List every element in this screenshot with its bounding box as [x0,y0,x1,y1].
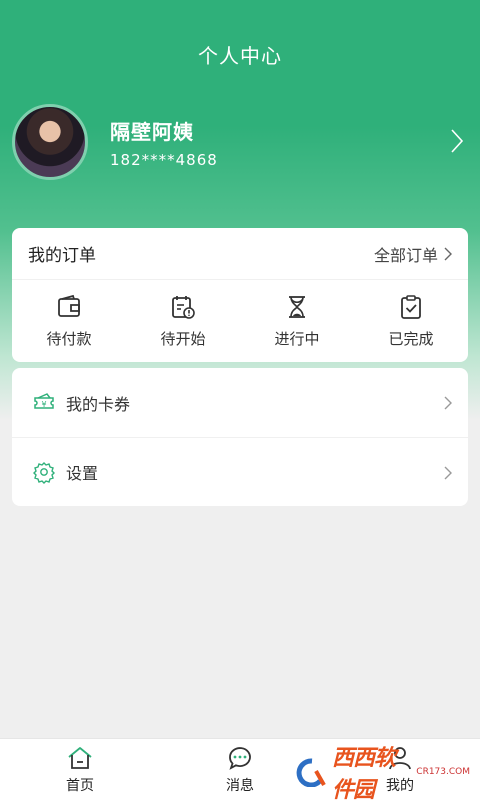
svg-text:¥: ¥ [41,400,46,409]
chevron-right-icon[interactable] [450,128,464,154]
menu-item-coupons[interactable]: ¥ 我的卡券 [12,368,468,437]
order-label: 待付款 [46,329,92,348]
all-orders-link[interactable]: 全部订单 [374,242,452,266]
coupon-icon: ¥ [34,392,54,409]
profile-section[interactable]: 隔壁阿姨 182****4868 [12,104,468,180]
hourglass-icon [289,295,305,318]
chevron-right-icon [444,396,452,410]
order-label: 进行中 [274,329,320,348]
order-label: 已完成 [388,329,434,348]
menu-item-settings[interactable]: 设置 [12,437,468,506]
watermark-url: CR173.COM [416,767,470,777]
menu-item-label: 我的卡券 [66,394,131,414]
orders-title: 我的订单 [28,246,96,266]
chevron-right-icon [444,247,452,260]
all-orders-label: 全部订单 [373,245,438,265]
tab-label: 消息 [226,778,254,794]
order-in-progress[interactable]: 进行中 [240,280,354,362]
profile-name: 隔壁阿姨 [110,119,194,144]
order-label: 待开始 [160,329,206,348]
avatar[interactable] [12,104,88,180]
wallet-icon [58,294,80,317]
order-completed[interactable]: 已完成 [354,280,468,362]
chat-bubble-icon [229,747,251,770]
profile-phone: 182****4868 [110,150,218,169]
tab-home[interactable]: 首页 [0,739,160,800]
calendar-clock-icon [172,295,195,319]
watermark-brand: 西西软件园 [332,746,396,800]
home-icon [68,747,92,769]
page-title: 个人中心 [198,44,282,68]
chevron-right-icon [444,466,452,480]
watermark: 西西软件园 CR173.COM [290,746,470,800]
menu-card: ¥ 我的卡券 设置 [12,368,468,506]
order-pending-payment[interactable]: 待付款 [12,280,126,362]
gear-icon [33,462,55,484]
menu-item-label: 设置 [66,464,99,483]
tab-label: 首页 [66,778,94,794]
order-not-started[interactable]: 待开始 [126,280,240,362]
clipboard-check-icon [401,294,421,319]
orders-card: 我的订单 全部订单 待付款 待开始 进行中 已完成 [12,228,468,362]
watermark-logo [290,754,332,790]
